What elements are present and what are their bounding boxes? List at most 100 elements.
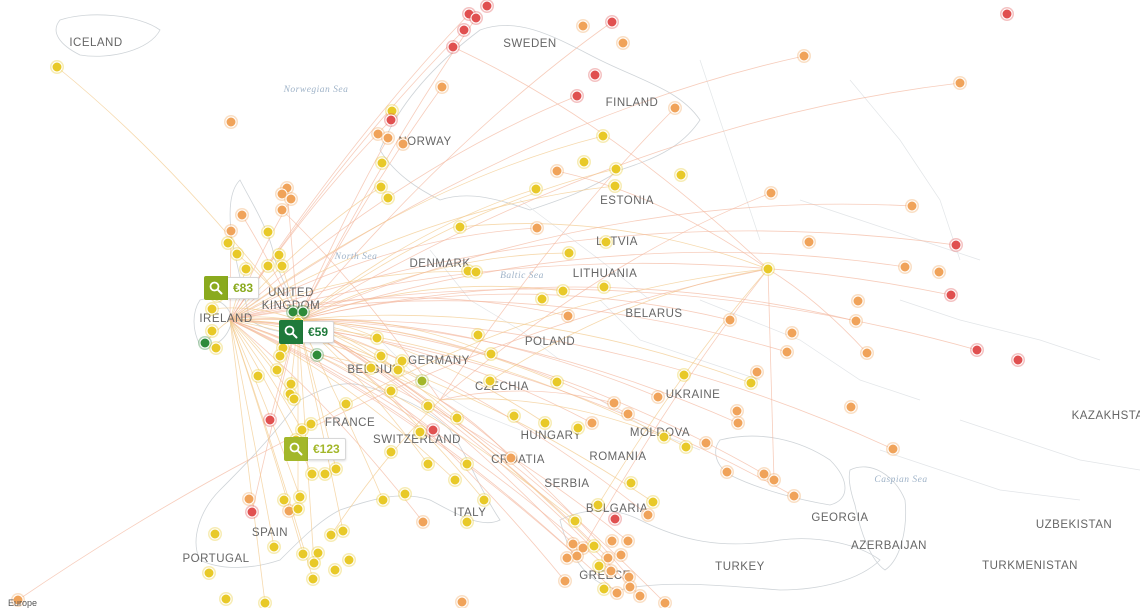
destination-marker[interactable]	[273, 349, 287, 363]
destination-marker[interactable]	[641, 508, 655, 522]
destination-marker[interactable]	[370, 331, 384, 345]
destination-marker[interactable]	[306, 572, 320, 586]
destination-marker[interactable]	[310, 348, 324, 362]
destination-marker[interactable]	[538, 416, 552, 430]
destination-marker[interactable]	[558, 574, 572, 588]
destination-marker[interactable]	[570, 89, 584, 103]
destination-marker[interactable]	[679, 440, 693, 454]
destination-marker[interactable]	[235, 208, 249, 222]
destination-marker[interactable]	[562, 246, 576, 260]
destination-marker[interactable]	[421, 457, 435, 471]
destination-marker[interactable]	[376, 493, 390, 507]
destination-marker[interactable]	[209, 341, 223, 355]
price-tag-59[interactable]: €59	[279, 320, 335, 344]
destination-marker[interactable]	[230, 247, 244, 261]
destination-marker[interactable]	[263, 413, 277, 427]
destination-marker[interactable]	[886, 442, 900, 456]
destination-marker[interactable]	[469, 265, 483, 279]
destination-marker[interactable]	[587, 539, 601, 553]
destination-marker[interactable]	[291, 502, 305, 516]
destination-marker[interactable]	[561, 309, 575, 323]
map-canvas[interactable]: ICELAND SWEDENFINLANDNORWAYESTONIALATVIAL…	[0, 0, 1140, 608]
destination-marker[interactable]	[275, 259, 289, 273]
destination-marker[interactable]	[415, 374, 429, 388]
destination-marker[interactable]	[720, 465, 734, 479]
search-icon[interactable]	[204, 276, 228, 300]
destination-marker[interactable]	[596, 129, 610, 143]
destination-marker[interactable]	[469, 11, 483, 25]
destination-marker[interactable]	[780, 345, 794, 359]
destination-marker[interactable]	[384, 445, 398, 459]
destination-marker[interactable]	[507, 409, 521, 423]
destination-marker[interactable]	[646, 495, 660, 509]
destination-marker[interactable]	[398, 487, 412, 501]
destination-marker[interactable]	[949, 238, 963, 252]
search-icon[interactable]	[284, 437, 308, 461]
destination-marker[interactable]	[261, 259, 275, 273]
destination-marker[interactable]	[609, 162, 623, 176]
destination-marker[interactable]	[251, 369, 265, 383]
destination-marker[interactable]	[224, 224, 238, 238]
destination-marker[interactable]	[608, 512, 622, 526]
destination-marker[interactable]	[851, 294, 865, 308]
destination-marker[interactable]	[597, 582, 611, 596]
destination-marker[interactable]	[550, 164, 564, 178]
destination-marker[interactable]	[787, 489, 801, 503]
destination-marker[interactable]	[384, 113, 398, 127]
destination-marker[interactable]	[624, 476, 638, 490]
destination-marker[interactable]	[764, 186, 778, 200]
destination-marker[interactable]	[460, 515, 474, 529]
destination-marker[interactable]	[504, 451, 518, 465]
destination-marker[interactable]	[604, 564, 618, 578]
destination-marker[interactable]	[484, 347, 498, 361]
destination-marker[interactable]	[416, 515, 430, 529]
destination-marker[interactable]	[287, 392, 301, 406]
destination-marker[interactable]	[261, 225, 275, 239]
destination-marker[interactable]	[384, 384, 398, 398]
destination-marker[interactable]	[413, 425, 427, 439]
destination-marker[interactable]	[275, 203, 289, 217]
destination-marker[interactable]	[744, 376, 758, 390]
destination-marker[interactable]	[336, 524, 350, 538]
destination-marker[interactable]	[448, 473, 462, 487]
destination-marker[interactable]	[239, 262, 253, 276]
destination-marker[interactable]	[608, 179, 622, 193]
destination-marker[interactable]	[674, 168, 688, 182]
destination-marker[interactable]	[621, 407, 635, 421]
destination-marker[interactable]	[219, 592, 233, 606]
destination-marker[interactable]	[221, 236, 235, 250]
destination-marker[interactable]	[296, 547, 310, 561]
destination-marker[interactable]	[374, 349, 388, 363]
destination-marker[interactable]	[396, 137, 410, 151]
destination-marker[interactable]	[324, 528, 338, 542]
destination-marker[interactable]	[556, 284, 570, 298]
destination-marker[interactable]	[571, 421, 585, 435]
destination-marker[interactable]	[723, 313, 737, 327]
destination-marker[interactable]	[471, 328, 485, 342]
destination-marker[interactable]	[651, 390, 665, 404]
destination-marker[interactable]	[450, 411, 464, 425]
destination-marker[interactable]	[761, 262, 775, 276]
destination-marker[interactable]	[342, 553, 356, 567]
destination-marker[interactable]	[453, 220, 467, 234]
price-tag-123[interactable]: €123	[284, 437, 346, 461]
destination-marker[interactable]	[205, 302, 219, 316]
destination-marker[interactable]	[284, 192, 298, 206]
destination-marker[interactable]	[849, 314, 863, 328]
destination-marker[interactable]	[270, 363, 284, 377]
destination-marker[interactable]	[802, 235, 816, 249]
destination-marker[interactable]	[205, 324, 219, 338]
flight-map[interactable]: ICELAND SWEDEN FINLAND NORWAY ESTONIA LATVIA L…	[0, 0, 1140, 608]
destination-marker[interactable]	[844, 400, 858, 414]
destination-marker[interactable]	[455, 595, 469, 608]
destination-marker[interactable]	[905, 199, 919, 213]
destination-marker[interactable]	[699, 436, 713, 450]
destination-marker[interactable]	[435, 80, 449, 94]
destination-marker[interactable]	[860, 346, 874, 360]
destination-marker[interactable]	[224, 115, 238, 129]
destination-marker[interactable]	[1011, 353, 1025, 367]
destination-marker[interactable]	[293, 490, 307, 504]
destination-marker[interactable]	[597, 280, 611, 294]
destination-marker[interactable]	[457, 23, 471, 37]
destination-marker[interactable]	[480, 0, 494, 13]
